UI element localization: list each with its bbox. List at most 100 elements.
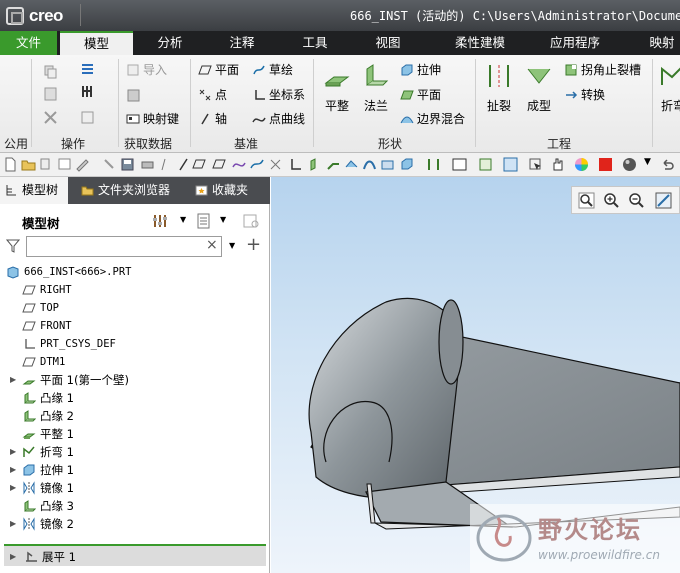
chevron-down-icon[interactable]: ▼: [220, 215, 226, 224]
tree-item-dtm1[interactable]: DTM1: [22, 353, 65, 371]
expand-arrow-icon[interactable]: ▶: [10, 552, 16, 561]
sketch-icon[interactable]: [250, 157, 265, 172]
group-label-engineering[interactable]: 工程: [547, 135, 571, 152]
shading-icon[interactable]: [503, 157, 518, 172]
tab-flexible-modeling[interactable]: 柔性建模: [440, 31, 520, 55]
group-label-get-data[interactable]: 获取数据: [124, 135, 172, 152]
tree-item-flat-wall[interactable]: 平面 1(第一个壁): [22, 371, 129, 389]
refit-icon[interactable]: [578, 192, 595, 209]
order-icon[interactable]: [80, 84, 95, 99]
tree-item-unfold-insert[interactable]: ▶ 展平 1: [4, 544, 266, 566]
curve-icon[interactable]: [232, 157, 247, 172]
tree-item-flat-1[interactable]: 平整 1: [22, 425, 74, 443]
tab-tools[interactable]: 工具: [285, 31, 345, 55]
view-manager-icon[interactable]: [478, 157, 493, 172]
appearance-red-icon[interactable]: [598, 157, 613, 172]
boundary-blend-button[interactable]: 边界混合: [400, 110, 465, 127]
group-label-operations[interactable]: 操作: [61, 135, 85, 152]
plane-icon[interactable]: [160, 157, 175, 172]
open-icon[interactable]: [21, 157, 36, 172]
tab-file[interactable]: 文件: [0, 31, 57, 55]
3d-text-icon[interactable]: [452, 157, 467, 172]
chevron-down-icon[interactable]: ▼: [180, 215, 186, 224]
delete-icon[interactable]: [43, 110, 58, 125]
rip-button[interactable]: 扯裂: [482, 61, 516, 114]
draw-icon[interactable]: [75, 157, 90, 172]
tree-item-top[interactable]: TOP: [22, 299, 59, 317]
chevron-down-icon[interactable]: ▼: [229, 241, 235, 250]
datum-plane-icon[interactable]: [192, 157, 207, 172]
tree-item-right[interactable]: RIGHT: [22, 281, 72, 299]
shape-plane-button[interactable]: 平面: [400, 86, 441, 103]
tree-item-part[interactable]: 666_INST<666>.PRT: [6, 263, 131, 281]
regenerate-icon[interactable]: [80, 62, 95, 77]
repaint-icon[interactable]: [655, 192, 672, 209]
expand-arrow-icon[interactable]: ▶: [10, 483, 16, 492]
flat-button[interactable]: 平整: [320, 61, 354, 114]
print-icon[interactable]: [140, 157, 155, 172]
tree-item-flange-1[interactable]: 凸缘 1: [22, 389, 74, 407]
zoom-out-icon[interactable]: [628, 192, 645, 209]
import-button[interactable]: 导入: [126, 61, 167, 78]
show-icon[interactable]: [242, 213, 260, 229]
undo-icon[interactable]: [660, 157, 675, 172]
corner-relief-button[interactable]: 拐角止裂槽: [564, 61, 641, 78]
tree-item-csys[interactable]: PRT_CSYS_DEF: [22, 335, 116, 353]
group-label-shape[interactable]: 形状: [378, 135, 402, 152]
tab-model-tree[interactable]: 模型树: [0, 177, 68, 204]
new-icon[interactable]: [3, 157, 18, 172]
copy-icon[interactable]: [43, 64, 58, 79]
expand-arrow-icon[interactable]: ▶: [10, 465, 16, 474]
tree-item-extrude-1[interactable]: 拉伸 1: [22, 461, 74, 479]
trim-icon[interactable]: [426, 157, 441, 172]
tab-analysis[interactable]: 分析: [140, 31, 200, 55]
zoom-in-icon[interactable]: [603, 192, 620, 209]
filter-icon[interactable]: [6, 239, 20, 253]
blend-icon[interactable]: [344, 157, 359, 172]
shell-icon[interactable]: [380, 157, 395, 172]
settings-icon[interactable]: [152, 213, 168, 229]
tab-view[interactable]: 视图: [358, 31, 418, 55]
tree-columns-icon[interactable]: [196, 213, 212, 229]
flange-button[interactable]: 法兰: [359, 61, 393, 114]
datum-plane-button[interactable]: 平面: [198, 61, 239, 78]
tab-model[interactable]: 模型: [60, 31, 133, 55]
user-defined-feature-icon[interactable]: [126, 88, 141, 103]
datum-axis-button[interactable]: 轴: [198, 110, 227, 127]
chevron-down-icon[interactable]: ▼: [644, 157, 659, 172]
flange-icon[interactable]: [308, 157, 323, 172]
edit-icon[interactable]: [80, 110, 95, 125]
tree-item-front[interactable]: FRONT: [22, 317, 72, 335]
expand-arrow-icon[interactable]: ▶: [10, 375, 16, 384]
pan-hand-icon[interactable]: [550, 157, 565, 172]
paste-icon[interactable]: [43, 86, 58, 101]
csys-icon[interactable]: [288, 157, 303, 172]
select-icon[interactable]: [528, 157, 543, 172]
tree-item-mirror-1[interactable]: 镜像 1: [22, 479, 74, 497]
axis-icon[interactable]: [268, 157, 283, 172]
copy-file-icon[interactable]: [39, 157, 54, 172]
clear-filter-icon[interactable]: ×: [206, 237, 218, 253]
expand-arrow-icon[interactable]: ▶: [10, 447, 16, 456]
tab-folder-browser[interactable]: 文件夹浏览器: [76, 177, 180, 204]
extrude-icon[interactable]: [400, 157, 415, 172]
fold-button[interactable]: 折弯: [656, 61, 680, 114]
curve-button[interactable]: 点曲线: [252, 110, 305, 127]
convert-button[interactable]: 转换: [564, 86, 605, 103]
tab-applications[interactable]: 应用程序: [535, 31, 615, 55]
tab-annotate[interactable]: 注释: [212, 31, 272, 55]
datum-plane-icon[interactable]: [212, 157, 227, 172]
extrude-button[interactable]: 拉伸: [400, 61, 441, 78]
line-icon[interactable]: [176, 157, 191, 172]
csys-button[interactable]: 坐标系: [252, 86, 305, 103]
datum-point-button[interactable]: 点: [198, 86, 227, 103]
tree-item-mirror-2[interactable]: 镜像 2: [22, 515, 74, 533]
tree-item-flange-3[interactable]: 凸缘 3: [22, 497, 74, 515]
group-label-datum[interactable]: 基准: [234, 135, 258, 152]
bend-icon[interactable]: [326, 157, 341, 172]
tab-mapping[interactable]: 映射: [640, 31, 680, 55]
tree-filter-input[interactable]: [26, 236, 222, 257]
sphere-icon[interactable]: [622, 157, 637, 172]
tab-favorites[interactable]: 收藏夹: [190, 177, 258, 204]
tree-item-flange-2[interactable]: 凸缘 2: [22, 407, 74, 425]
